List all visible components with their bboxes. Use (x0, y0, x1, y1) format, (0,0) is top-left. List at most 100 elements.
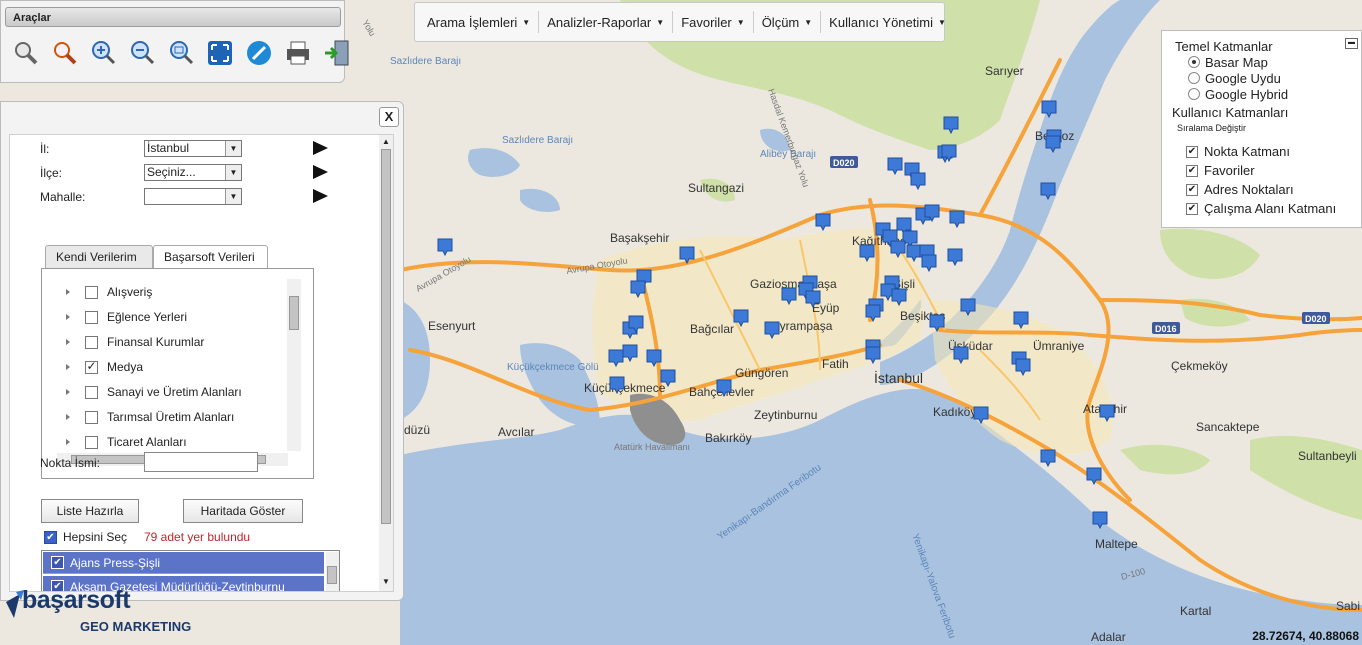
liste-hazirla-button[interactable]: Liste Hazırla (41, 499, 139, 523)
zoom-out-icon[interactable] (126, 37, 158, 69)
measure-icon[interactable] (243, 37, 275, 69)
ilce-label: İlçe: (40, 166, 63, 180)
category-item[interactable]: Finansal Kurumlar (42, 332, 204, 352)
expand-icon[interactable] (66, 364, 70, 370)
place-label: Avcılar (498, 425, 534, 439)
menu-arama[interactable]: Arama İşlemleri ▼ (419, 11, 540, 33)
checkbox[interactable] (85, 285, 98, 299)
tools-title: Araçlar (5, 7, 341, 27)
place-label: düzü (404, 423, 430, 437)
haritada-goster-button[interactable]: Haritada Göster (183, 499, 303, 523)
close-button[interactable]: X (379, 107, 399, 127)
expand-icon[interactable] (66, 339, 70, 345)
checkbox[interactable] (85, 410, 98, 424)
scroll-down-icon[interactable]: ▼ (379, 577, 393, 586)
nokta-label: Nokta İsmi: (40, 456, 101, 470)
mahalle-label: Mahalle: (40, 190, 86, 204)
radio-button[interactable] (1188, 56, 1200, 68)
go-arrow-icon[interactable] (313, 189, 328, 203)
place-label: Küçükçekmece (584, 381, 666, 395)
tab-basarsoft-verileri[interactable]: Başarsoft Verileri (153, 245, 268, 269)
base-layer-basar[interactable]: Basar Map (1188, 54, 1361, 70)
collapse-icon[interactable]: ▬ (1345, 38, 1358, 49)
water-label: Sazlıdere Barajı (502, 135, 573, 146)
ilce-select[interactable]: Seçiniz... ▼ (144, 164, 242, 181)
checkbox[interactable]: ✔ (1186, 164, 1198, 177)
expand-icon[interactable] (66, 289, 70, 295)
user-layers-title: Kullanıcı Katmanları (1172, 105, 1289, 120)
nokta-input[interactable] (144, 452, 258, 472)
expand-icon[interactable] (66, 389, 70, 395)
radio-button[interactable] (1188, 72, 1200, 84)
place-label: Fatih (822, 357, 849, 371)
category-item[interactable]: Alışveriş (42, 282, 152, 302)
base-layer-google-hybrid[interactable]: Google Hybrid (1188, 86, 1361, 102)
category-item[interactable]: Tarımsal Üretim Alanları (42, 407, 234, 427)
place-label: Ümraniye (1033, 339, 1085, 353)
place-label: Bakırköy (705, 431, 752, 445)
user-layer-nokta[interactable]: ✔ Nokta Katmanı (1186, 142, 1361, 161)
zoom-in-icon[interactable] (87, 37, 119, 69)
menu-kullanici[interactable]: Kullanıcı Yönetimi ▼ (821, 11, 954, 33)
tab-kendi-verilerim[interactable]: Kendi Verilerim (45, 245, 153, 268)
result-item[interactable]: ✔ Ajans Press-Şişli (43, 552, 324, 574)
menu-analizler[interactable]: Analizler-Raporlar ▼ (539, 11, 674, 33)
place-label: Çekmeköy (1171, 359, 1228, 373)
menu-favoriler[interactable]: Favoriler ▼ (673, 11, 754, 33)
logo-brand: başarsoft (22, 586, 131, 614)
menu-olcum[interactable]: Ölçüm ▼ (754, 11, 822, 33)
place-label: Güngören (735, 366, 788, 380)
mahalle-select[interactable]: ▼ (144, 188, 242, 205)
category-item[interactable]: Sanayi ve Üretim Alanları (42, 382, 242, 402)
caret-down-icon: ▼ (656, 17, 665, 27)
chevron-down-icon: ▼ (225, 165, 241, 180)
user-layer-favoriler[interactable]: ✔ Favoriler (1186, 161, 1361, 180)
category-item[interactable]: ✓ Medya (42, 357, 143, 377)
checkbox[interactable] (85, 385, 98, 399)
checkbox[interactable] (85, 310, 98, 324)
exit-icon[interactable] (321, 37, 353, 69)
zoom-reset-icon[interactable] (165, 37, 197, 69)
place-label: Kadıköy (933, 405, 976, 419)
go-arrow-icon[interactable] (313, 165, 328, 179)
tree-vscrollbar[interactable] (287, 279, 301, 451)
checkbox[interactable]: ✔ (1186, 202, 1198, 215)
checkbox[interactable] (85, 435, 98, 449)
checkbox[interactable]: ✓ (85, 360, 98, 374)
place-label: Sabi (1336, 599, 1360, 613)
reorder-link[interactable]: Sıralama Değiştir (1177, 123, 1361, 133)
go-arrow-icon[interactable] (313, 141, 328, 155)
checkbox[interactable]: ✔ (1186, 183, 1198, 196)
expand-icon[interactable] (66, 314, 70, 320)
expand-icon[interactable] (66, 439, 70, 445)
scroll-thumb[interactable] (327, 566, 337, 584)
radio-button[interactable] (1188, 88, 1200, 100)
checkbox[interactable]: ✔ (1186, 145, 1198, 158)
category-item[interactable]: Eğlence Yerleri (42, 307, 187, 327)
zoom-find-icon[interactable] (48, 37, 80, 69)
checkbox[interactable] (85, 335, 98, 349)
user-layer-adres[interactable]: ✔ Adres Noktaları (1186, 180, 1361, 199)
base-layer-google-uydu[interactable]: Google Uydu (1188, 70, 1361, 86)
base-layers-title: Temel Katmanlar (1175, 39, 1273, 54)
zoom-select-icon[interactable] (9, 37, 41, 69)
expand-icon[interactable] (66, 414, 70, 420)
place-label: Zeytinburnu (754, 408, 817, 422)
user-layer-calisma[interactable]: ✔ Çalışma Alanı Katmanı (1186, 199, 1361, 218)
checkbox[interactable]: ✔ (51, 556, 64, 569)
full-extent-icon[interactable] (204, 37, 236, 69)
scroll-up-icon[interactable]: ▲ (379, 137, 393, 146)
il-select[interactable]: İstanbul ▼ (144, 140, 242, 157)
form-vscrollbar[interactable]: ▲ ▼ (379, 135, 393, 591)
print-icon[interactable] (282, 37, 314, 69)
category-item[interactable]: Ticaret Alanları (42, 432, 187, 452)
svg-text:D020: D020 (833, 158, 855, 168)
chevron-down-icon: ▼ (225, 189, 241, 204)
scroll-thumb[interactable] (381, 149, 391, 524)
category-tree: Alışveriş Eğlence Yerleri Finansal Kurum… (41, 268, 314, 479)
scroll-thumb[interactable] (289, 296, 299, 330)
select-all-checkbox[interactable]: ✔ (44, 531, 57, 544)
caret-down-icon: ▼ (736, 17, 745, 27)
caret-down-icon: ▼ (804, 17, 813, 27)
results-vscrollbar[interactable] (326, 552, 339, 591)
